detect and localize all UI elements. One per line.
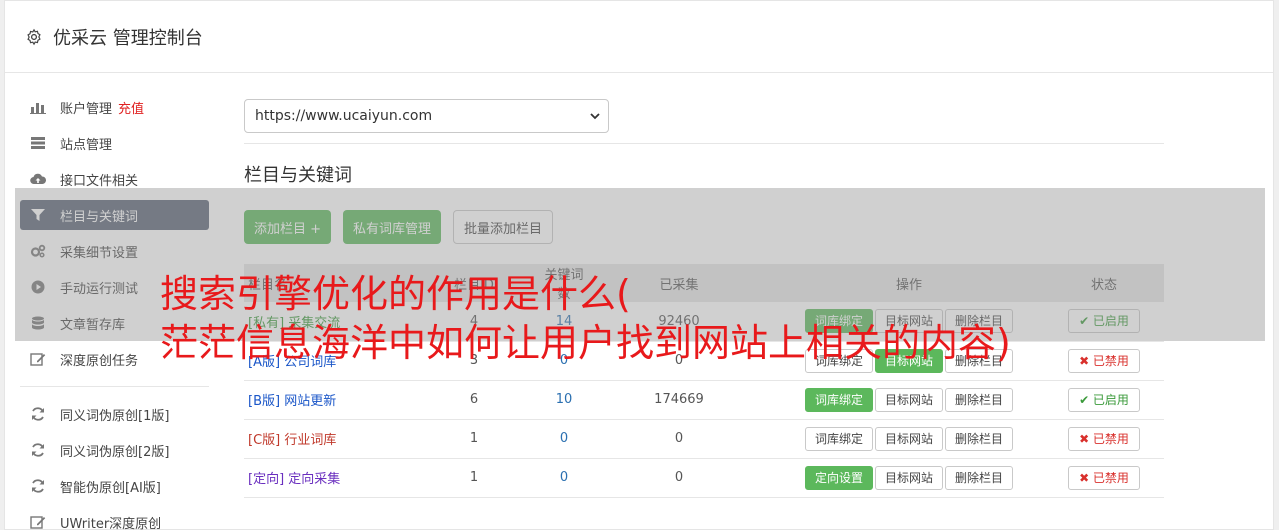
edit-icon [30,352,46,366]
column-tag: [定向] [248,472,285,487]
refresh-icon [30,443,46,457]
status-toggle[interactable]: ✔ 已启用 [1068,387,1140,412]
sidebar-item-label: UWriter深度原创 [60,516,162,530]
column-id: 6 [404,380,544,420]
column-id: 1 [404,419,544,459]
edit-icon [30,515,46,529]
bar-chart-icon [30,100,46,114]
sidebar-item-synonym-v2[interactable]: 同义词伪原创[2版] [20,435,209,465]
server-icon [30,136,46,150]
chevron-down-icon [590,113,600,120]
sidebar-item-sites[interactable]: 站点管理 [20,128,209,158]
sidebar-item-label: 同义词伪原创[2版] [60,444,170,460]
collected-count: 0 [584,419,774,459]
column-id: 1 [404,458,544,498]
target-site-button[interactable]: 目标网站 [874,387,943,412]
column-tag: [B版] [248,394,281,409]
header: 优采云 管理控制台 [5,1,1273,73]
keyword-count[interactable]: 10 [544,380,584,420]
sidebar-item-label: 站点管理 [60,137,113,153]
keyword-count[interactable]: 0 [544,419,584,459]
cloud-upload-icon [30,172,46,186]
delete-column-button[interactable]: 删除栏目 [945,426,1014,451]
section-title: 栏目与关键词 [244,165,352,186]
site-select-value: https://www.ucaiyun.com [255,108,433,124]
bind-lib-button[interactable]: 词库绑定 [804,426,873,451]
target-site-button[interactable]: 目标网站 [874,426,943,451]
table-row: [定向] 定向采集 1 0 0 定向设置 目标网站 删除栏目 ✖ 已禁用 [244,458,1164,498]
app-title: 优采云 管理控制台 [53,27,203,49]
column-tag: [C版] [248,433,281,448]
sidebar-item-account[interactable]: 账户管理 充值 [20,92,209,122]
column-name-link[interactable]: 定向采集 [288,472,340,487]
delete-column-button[interactable]: 删除栏目 [945,465,1014,490]
refresh-icon [30,407,46,421]
sidebar-item-label: 接口文件相关 [60,173,139,189]
table-row: [C版] 行业词库 1 0 0 词库绑定 目标网站 删除栏目 ✖ 已禁用 [244,419,1164,459]
directed-settings-button[interactable]: 定向设置 [804,465,873,490]
sidebar-item-label: 账户管理 [60,101,113,117]
sidebar-item-label: 智能伪原创[AI版] [60,480,161,496]
delete-column-button[interactable]: 删除栏目 [945,387,1014,412]
recharge-link[interactable]: 充值 [118,98,144,117]
sidebar-divider [20,386,209,387]
overlay-caption-line2: 茫茫信息海洋中如何让用户找到网站上相关的内容) [160,321,1011,365]
collected-count: 174669 [584,380,774,420]
sidebar-item-ai-rewrite[interactable]: 智能伪原创[AI版] [20,471,209,501]
gear-icon [27,28,41,45]
keyword-count[interactable]: 0 [544,458,584,498]
collected-count: 0 [584,458,774,498]
refresh-icon [30,479,46,493]
column-name-link[interactable]: 行业词库 [284,433,336,448]
sidebar-item-synonym-v1[interactable]: 同义词伪原创[1版] [20,399,209,429]
sidebar-item-label: 深度原创任务 [60,353,139,369]
column-name-link[interactable]: 网站更新 [284,394,336,409]
bind-lib-button[interactable]: 词库绑定 [804,387,873,412]
table-row: [B版] 网站更新 6 10 174669 词库绑定 目标网站 删除栏目 ✔ 已启用 [244,380,1164,420]
divider [244,143,1164,144]
sidebar-item-uwriter[interactable]: UWriter深度原创 [20,507,209,530]
status-toggle[interactable]: ✖ 已禁用 [1068,465,1140,490]
sidebar-item-label: 同义词伪原创[1版] [60,408,170,424]
overlay-caption-line1: 搜索引擎优化的作用是什么( [160,272,631,316]
status-toggle[interactable]: ✖ 已禁用 [1068,426,1140,451]
overlay-caption: 搜索引擎优化的作用是什么( 茫茫信息海洋中如何让用户找到网站上相关的内容) [160,270,1270,368]
site-select[interactable]: https://www.ucaiyun.com [244,99,609,133]
target-site-button[interactable]: 目标网站 [874,465,943,490]
